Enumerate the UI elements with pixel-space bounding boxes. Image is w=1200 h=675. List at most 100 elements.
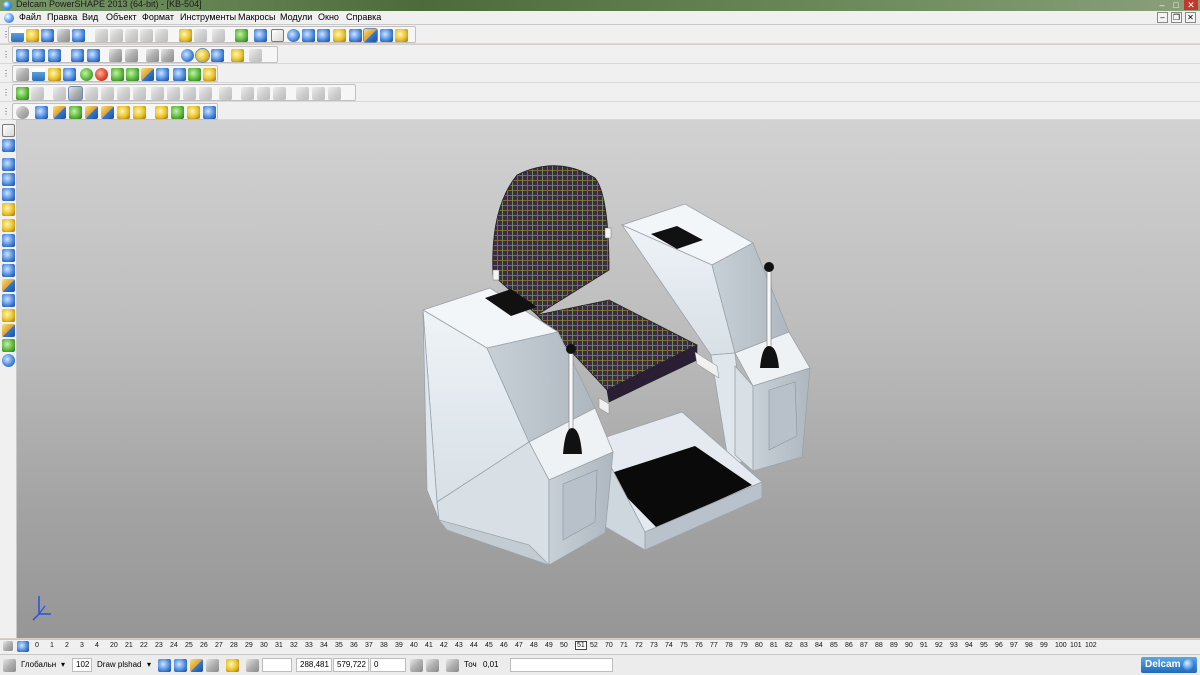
level-button[interactable]: 75 <box>680 642 688 649</box>
paste-icon[interactable] <box>125 29 138 42</box>
view-iso-icon[interactable] <box>71 49 84 62</box>
thickness-icon[interactable] <box>187 106 200 119</box>
level-button[interactable]: 72 <box>635 642 643 649</box>
zoom-icon[interactable] <box>109 49 122 62</box>
preview-icon[interactable] <box>72 29 85 42</box>
menu-file[interactable]: Файл <box>19 12 41 22</box>
menu-format[interactable]: Формат <box>142 12 174 22</box>
minimize-button[interactable]: – <box>1155 0 1169 10</box>
solid-view-2-icon[interactable] <box>167 87 180 100</box>
level-button[interactable]: 4 <box>95 642 99 649</box>
surface-icon[interactable] <box>333 29 346 42</box>
level-button[interactable]: 50 <box>560 642 568 649</box>
level-button[interactable]: 88 <box>875 642 883 649</box>
level-button[interactable]: 92 <box>935 642 943 649</box>
level-button[interactable]: 86 <box>845 642 853 649</box>
lock-view-icon[interactable] <box>219 87 232 100</box>
text-icon[interactable] <box>2 279 15 292</box>
mesh-icon[interactable] <box>117 106 130 119</box>
level-button[interactable]: 100 <box>1055 642 1067 649</box>
calculator-icon[interactable] <box>410 659 423 672</box>
wireframe-icon[interactable] <box>211 49 224 62</box>
copy-icon[interactable] <box>2 158 15 171</box>
print-icon[interactable] <box>57 29 70 42</box>
snap-2-icon[interactable] <box>174 659 187 672</box>
level-button[interactable]: 89 <box>890 642 898 649</box>
surface-cube-icon[interactable] <box>101 106 114 119</box>
toolbar-grip[interactable]: ⋮ <box>2 86 10 99</box>
level-button[interactable]: 2 <box>65 642 69 649</box>
arc-icon[interactable] <box>271 29 284 42</box>
level-button[interactable]: 51 <box>575 641 587 650</box>
levels-icon[interactable] <box>17 641 29 652</box>
level-button[interactable]: 22 <box>140 642 148 649</box>
workplane-icon[interactable] <box>16 87 29 100</box>
level-button[interactable]: 25 <box>185 642 193 649</box>
calculator-icon[interactable] <box>16 68 29 81</box>
solid-icon[interactable] <box>349 29 362 42</box>
level-button[interactable]: 31 <box>275 642 283 649</box>
toolbar-grip[interactable]: ⋮ <box>2 48 10 61</box>
layer-icon[interactable] <box>156 68 169 81</box>
solid-view-4-icon[interactable] <box>199 87 212 100</box>
section-icon[interactable] <box>117 87 130 100</box>
composite-curve-icon[interactable] <box>317 29 330 42</box>
snap-icon[interactable] <box>158 659 171 672</box>
maximize-button[interactable]: □ <box>1169 0 1183 10</box>
rotate-icon[interactable] <box>2 188 15 201</box>
dimension-icon[interactable] <box>2 294 15 307</box>
circle-icon[interactable] <box>287 29 300 42</box>
workplane-off-icon[interactable] <box>31 87 44 100</box>
level-number[interactable]: 102 <box>72 658 92 672</box>
graphics-viewport[interactable] <box>17 120 1200 638</box>
solid-icon[interactable] <box>2 234 15 247</box>
workplane-icon[interactable] <box>2 309 15 322</box>
measure-icon[interactable] <box>35 106 48 119</box>
workplane-status-icon[interactable] <box>3 659 16 672</box>
level-button[interactable]: 94 <box>965 642 973 649</box>
chevron-down-icon[interactable]: ▾ <box>57 658 67 672</box>
settings-icon[interactable] <box>226 659 239 672</box>
tools-icon[interactable] <box>395 29 408 42</box>
level-button[interactable]: 81 <box>770 642 778 649</box>
level-button[interactable]: 97 <box>1010 642 1018 649</box>
level-button[interactable]: 102 <box>1085 642 1097 649</box>
texture-icon[interactable] <box>241 87 254 100</box>
level-button[interactable]: 36 <box>350 642 358 649</box>
level-name-select[interactable]: Draw plshad <box>93 658 145 672</box>
assembly-icon[interactable] <box>2 324 15 337</box>
level-button[interactable]: 73 <box>650 642 658 649</box>
level-button[interactable]: 40 <box>410 642 418 649</box>
solid-view-3-icon[interactable] <box>183 87 196 100</box>
level-button[interactable]: 30 <box>260 642 268 649</box>
select-icon[interactable] <box>235 29 248 42</box>
mesh-cube-icon[interactable] <box>85 87 98 100</box>
level-button[interactable]: 44 <box>470 642 478 649</box>
level-button[interactable]: 41 <box>425 642 433 649</box>
level-button[interactable]: 42 <box>440 642 448 649</box>
texture-3-icon[interactable] <box>273 87 286 100</box>
level-button[interactable]: 29 <box>245 642 253 649</box>
menu-help[interactable]: Справка <box>346 12 381 22</box>
shaded-cube-icon[interactable] <box>85 106 98 119</box>
level-button[interactable]: 26 <box>200 642 208 649</box>
level-button[interactable]: 93 <box>950 642 958 649</box>
menu-modules[interactable]: Модули <box>280 12 312 22</box>
level-button[interactable]: 91 <box>920 642 928 649</box>
play-icon[interactable] <box>111 68 124 81</box>
analysis-icon[interactable] <box>53 106 66 119</box>
level-button[interactable]: 95 <box>980 642 988 649</box>
tolerance-value[interactable]: 0,01 <box>479 658 507 672</box>
level-button[interactable]: 80 <box>755 642 763 649</box>
table-icon[interactable] <box>188 68 201 81</box>
level-button[interactable]: 71 <box>620 642 628 649</box>
level-button[interactable]: 98 <box>1025 642 1033 649</box>
green-sphere-icon[interactable] <box>80 68 93 81</box>
menu-object[interactable]: Объект <box>106 12 137 22</box>
level-button[interactable]: 45 <box>485 642 493 649</box>
toolbar-grip[interactable]: ⋮ <box>2 105 10 118</box>
globe-icon[interactable] <box>181 49 194 62</box>
surface-icon[interactable] <box>2 249 15 262</box>
mirror-icon[interactable] <box>2 203 15 216</box>
view-front-icon[interactable] <box>32 49 45 62</box>
